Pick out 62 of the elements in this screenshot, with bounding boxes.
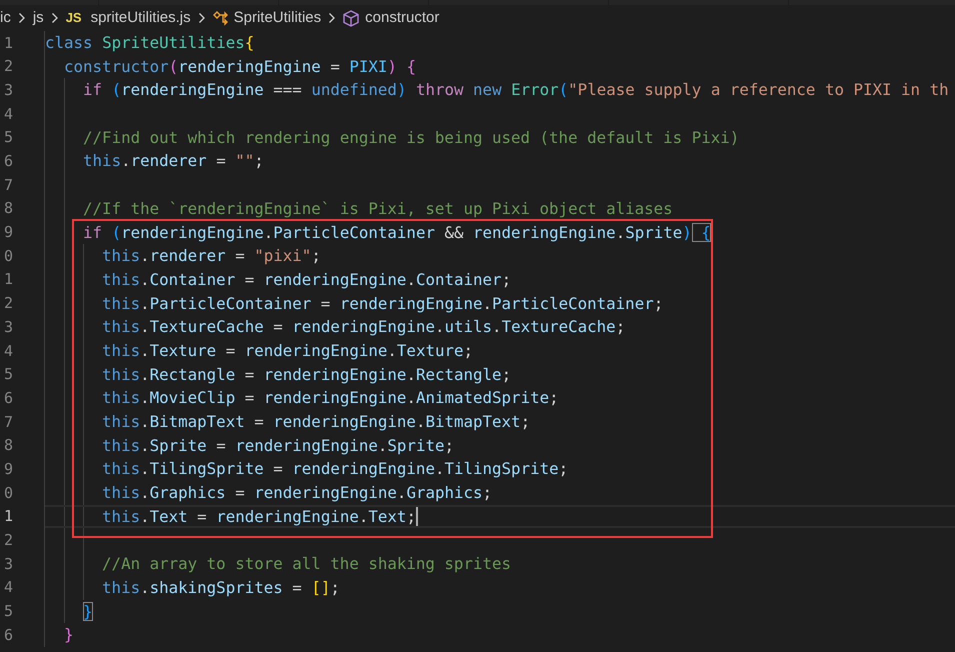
file-type-icon: JS	[66, 8, 82, 28]
line-number: 8	[2, 435, 13, 456]
code-line: this.BitmapText = renderingEngine.BitmapText;	[102, 411, 530, 433]
breadcrumb-item[interactable]: spriteUtilities.js	[90, 6, 191, 30]
line-number: 4	[2, 104, 13, 125]
code-line: this.MovieClip = renderingEngine.AnimatedSprite;	[102, 387, 559, 410]
code-comment: //If the `renderingEngine` is Pixi, set up Pixi object aliases	[83, 198, 673, 220]
breadcrumb-item[interactable]: constructor	[365, 6, 440, 30]
line-number: 5	[2, 601, 13, 622]
text-cursor	[416, 507, 418, 526]
code-line: this.Text = renderingEngine.Text;	[102, 506, 416, 528]
line-number: 3	[2, 316, 13, 338]
breadcrumb-item[interactable]: SpriteUtilities	[234, 6, 322, 30]
line-number: 4	[2, 577, 13, 598]
code-line: this.Graphics = renderingEngine.Graphics;	[102, 482, 492, 504]
code-line: this.Rectangle = renderingEngine.Rectangle;	[102, 364, 512, 386]
code-comment: //An array to store all the shaking sprites	[102, 553, 511, 576]
line-number: 5	[2, 364, 13, 386]
code-line: this.renderer = "";	[83, 150, 264, 172]
line-number: 7	[2, 412, 13, 433]
line-number: 1	[2, 32, 13, 54]
line-number: 1	[2, 269, 13, 290]
code-line: }	[64, 624, 74, 646]
line-number: 3	[2, 80, 13, 101]
code-line: }	[83, 600, 93, 622]
code-line: this.renderer = "pixi";	[102, 245, 321, 268]
code-line: this.shakingSprites = [];	[102, 576, 340, 599]
code-line: class SpriteUtilities{	[45, 32, 254, 54]
code-line: constructor(renderingEngine = PIXI) {	[64, 56, 416, 78]
cube-icon	[343, 10, 360, 26]
class-icon	[212, 10, 230, 26]
line-number: 7	[2, 174, 13, 196]
line-number: 2	[2, 56, 13, 78]
code-line: this.TilingSprite = renderingEngine.TilingSprite;	[102, 458, 568, 480]
line-number: 5	[2, 127, 13, 148]
code-line: if (renderingEngine.ParticleContainer && renderingEngine.Sprite) {	[83, 222, 711, 244]
line-number: 0	[2, 482, 13, 504]
code-comment: //Find out which rendering engine is being used (the default is Pixi)	[83, 126, 740, 149]
chevron-icon	[18, 12, 26, 24]
line-number: 8	[2, 198, 13, 220]
line-number: 6	[2, 151, 13, 172]
line-number: 2	[2, 293, 13, 314]
code-line: if (renderingEngine === undefined) throw new Error("Please supply a reference to PIXI in th	[83, 79, 949, 102]
code-line: this.ParticleContainer = renderingEngine.ParticleContainer;	[102, 292, 664, 315]
line-number: 6	[2, 624, 13, 646]
line-number: 1	[2, 506, 13, 528]
code-line: this.Texture = renderingEngine.Texture;	[102, 340, 474, 362]
line-number: 4	[2, 340, 13, 362]
line-number: 6	[2, 388, 13, 409]
chevron-icon	[198, 12, 206, 24]
breadcrumb-item[interactable]: js	[32, 6, 44, 30]
line-number: 0	[2, 246, 13, 267]
line-number: 9	[2, 222, 13, 244]
line-number: 2	[2, 530, 13, 552]
line-number: 9	[2, 458, 13, 480]
chevron-icon	[50, 12, 59, 24]
code-line: this.TextureCache = renderingEngine.utils.TextureCache;	[102, 316, 626, 338]
code-line: this.Sprite = renderingEngine.Sprite;	[102, 434, 454, 457]
line-number: 3	[2, 554, 13, 575]
breadcrumb-item[interactable]: ic	[0, 6, 11, 30]
chevron-icon	[328, 12, 336, 24]
code-line: this.Container = renderingEngine.Container;	[102, 268, 512, 291]
